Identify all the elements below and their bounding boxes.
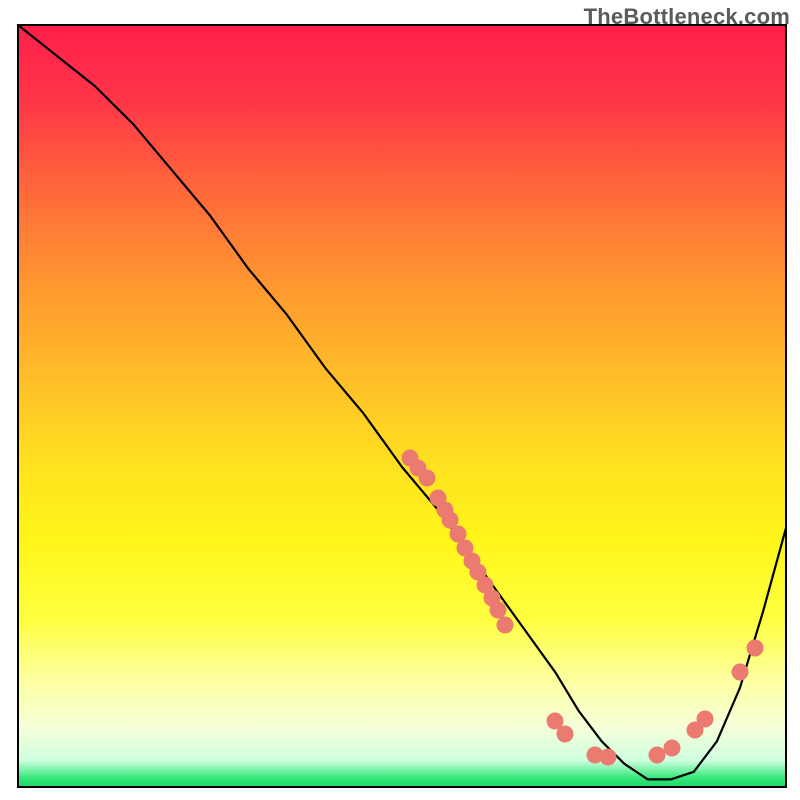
chart-svg (0, 0, 800, 800)
gradient-panel (18, 25, 786, 787)
data-point (649, 747, 666, 764)
data-point (419, 470, 436, 487)
data-point (490, 602, 507, 619)
data-point (747, 640, 764, 657)
chart-stage: TheBottleneck.com (0, 0, 800, 800)
data-point (732, 664, 749, 681)
data-point (557, 726, 574, 743)
data-point (697, 711, 714, 728)
watermark-label: TheBottleneck.com (584, 4, 790, 30)
data-point (600, 749, 617, 766)
data-point (497, 617, 514, 634)
data-point (664, 740, 681, 757)
